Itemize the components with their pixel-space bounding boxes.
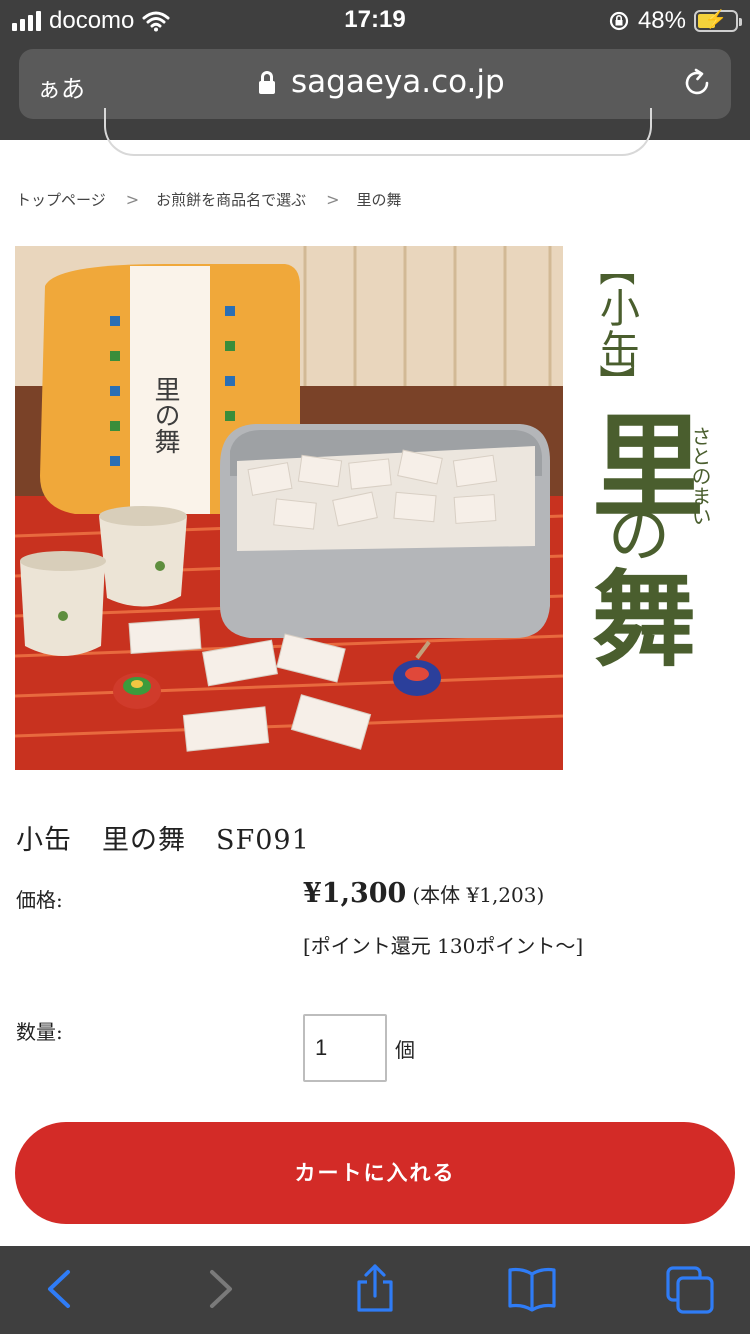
lock-icon [259, 71, 275, 95]
breadcrumb-item-current: 里の舞 [356, 191, 402, 209]
price-label: 価格: [16, 888, 63, 912]
breadcrumb: トップページ > お煎餅を商品名で選ぶ > 里の舞 [16, 189, 402, 210]
logo-bracket-close: 】 [595, 364, 636, 400]
chevron-right-icon: > [125, 190, 140, 209]
text-size-button[interactable]: ぁあ [37, 69, 85, 104]
product-name: 里の舞 [102, 825, 186, 856]
price-excl-tax: (本体 ¥1,203) [412, 883, 545, 907]
browser-toolbar [0, 1246, 750, 1334]
svg-text:里の舞: 里の舞 [150, 376, 180, 454]
url-text[interactable]: sagaeya.co.jp [291, 64, 505, 100]
quantity-unit: 個 [395, 1038, 415, 1062]
product-photo-illustration: 里の舞 [15, 246, 563, 770]
add-to-cart-button[interactable]: カートに入れる [15, 1122, 735, 1224]
price-line: ¥1,300 (本体 ¥1,203) [303, 878, 544, 909]
battery-charging-icon: ⚡ [694, 9, 742, 32]
points-info: [ポイント還元 130ポイント〜] [303, 934, 584, 958]
breadcrumb-item-top[interactable]: トップページ [16, 189, 106, 210]
search-box-remnant[interactable] [104, 108, 652, 156]
logo-bracket-open: 【 [595, 256, 636, 286]
product-photo[interactable]: 里の舞 [15, 246, 563, 770]
bookmarks-icon[interactable] [502, 1264, 562, 1314]
chevron-right-icon: > [326, 190, 340, 209]
product-size: 小缶 [16, 825, 72, 856]
product-code: SF091 [216, 825, 310, 856]
breadcrumb-item-category[interactable]: お煎餅を商品名で選ぶ [156, 189, 306, 210]
price-value: ¥1,300 [303, 878, 407, 909]
quantity-input[interactable] [303, 1014, 387, 1082]
tabs-icon[interactable] [660, 1264, 720, 1314]
share-icon[interactable] [345, 1264, 405, 1314]
forward-icon[interactable] [190, 1264, 250, 1314]
back-icon[interactable] [30, 1264, 90, 1314]
logo-name-char-3: 舞 [592, 558, 696, 681]
logo-reading: さとのまい [688, 426, 712, 526]
product-title: 小缶 里の舞 SF091 [16, 818, 310, 857]
rotation-lock-icon [609, 11, 629, 31]
logo-size-char-1: 小 [600, 286, 640, 332]
reload-icon[interactable] [681, 67, 713, 99]
status-right: 48% ⚡ [608, 6, 742, 36]
product-logo: 【 小 缶 】 里 の 舞 さとのまい [590, 250, 720, 686]
status-bar: docomo 17:19 48% ⚡ [0, 0, 750, 40]
battery-percent: 48% [637, 7, 686, 34]
quantity-label: 数量: [16, 1020, 63, 1044]
